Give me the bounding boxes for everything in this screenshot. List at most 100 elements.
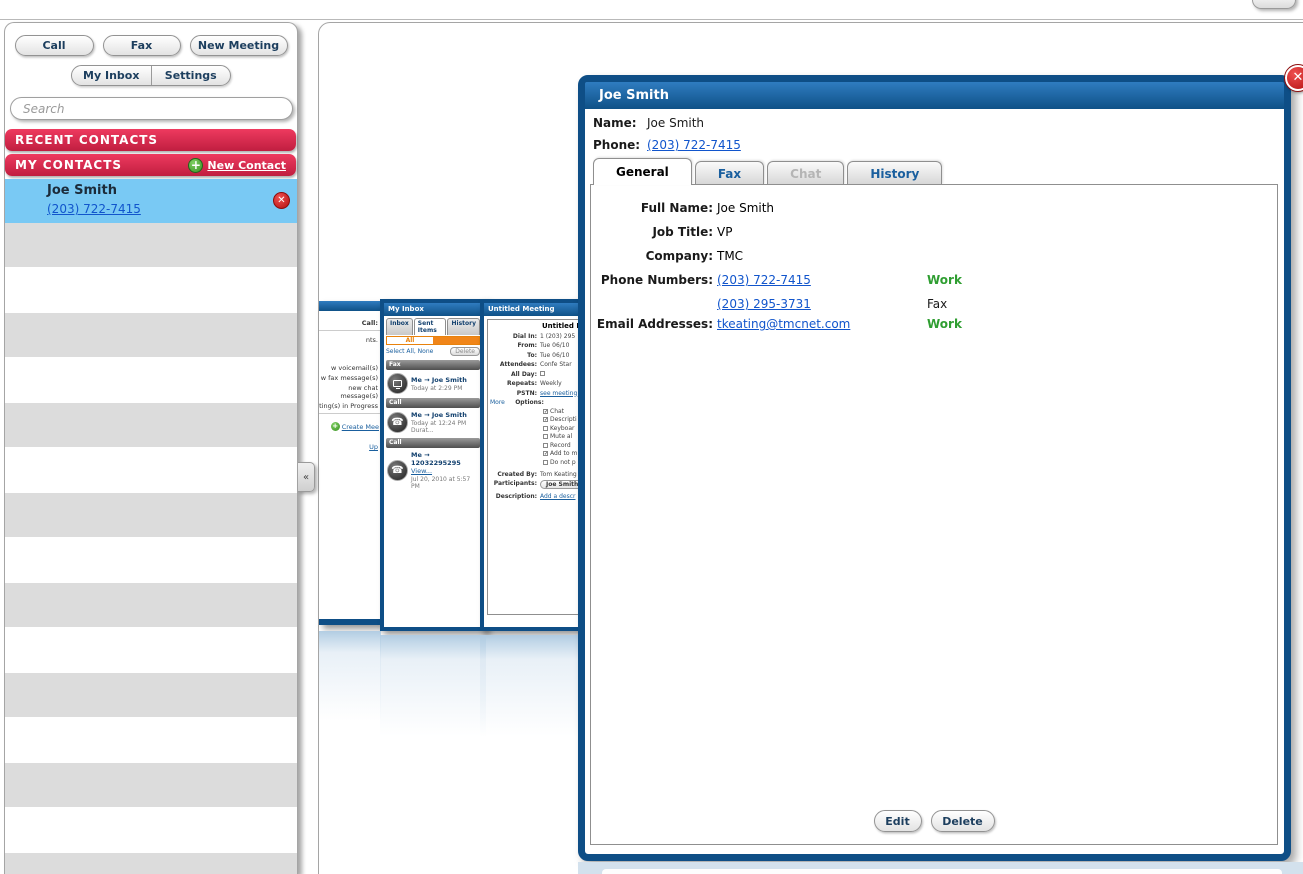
inbox-tab-sent-items[interactable]: Sent Items [414, 318, 447, 335]
call-button[interactable]: Call [15, 35, 94, 56]
contact-phone-link[interactable]: (203) 722-7415 [47, 202, 141, 216]
option-checkbox[interactable]: ✓ [543, 451, 548, 456]
inbox-item[interactable]: ☎ Me → Joe Smith Today at 12:24 PM Durat… [384, 408, 482, 436]
meeting-field-label: Attendees: [490, 361, 540, 368]
phone-number-link[interactable]: (203) 295-3731 [717, 297, 811, 311]
job-title-label: Job Title: [591, 225, 713, 239]
contact-placeholder-row [5, 223, 297, 267]
inbox-titlebar[interactable]: My Inbox [384, 303, 482, 316]
dashboard-counter: w voicemail(s) [319, 362, 381, 372]
contact-placeholder-gap [5, 537, 297, 583]
contact-placeholder-row [5, 493, 297, 537]
full-name-value: Joe Smith [717, 201, 774, 215]
update-link[interactable]: Up [369, 443, 378, 451]
option-label: Do not p [550, 459, 576, 466]
full-name-label: Full Name: [591, 201, 713, 215]
email-link[interactable]: tkeating@tmcnet.com [717, 317, 850, 331]
tab-history[interactable]: History [847, 161, 942, 185]
inbox-item[interactable]: ☎ Me → 12032295295 View... Jul 20, 2010 … [384, 448, 482, 492]
inbox-item-time: Today at 2:29 PM [411, 385, 467, 392]
inbox-tab-history[interactable]: History [447, 318, 480, 335]
inbox-delete-button[interactable]: Delete [450, 347, 480, 356]
my-contacts-title: MY CONTACTS [15, 158, 122, 172]
contact-placeholder-row [5, 673, 297, 717]
contact-placeholder-gap [5, 717, 297, 763]
dialog-reflection-inner [602, 869, 1282, 874]
phone-label: Phone: [593, 138, 647, 152]
meeting-field-value: 1 (203) 295 [540, 333, 575, 340]
dashboard-counter: ting(s) in Progress [319, 400, 381, 410]
contact-placeholder-gap [5, 267, 297, 313]
name-label: Name: [593, 116, 647, 130]
inbox-filter-bar[interactable]: All [386, 336, 480, 345]
meeting-field-label: All Day: [490, 371, 540, 378]
option-checkbox[interactable] [543, 426, 548, 431]
tab-chat: Chat [767, 161, 844, 185]
contact-detail-dialog: Joe Smith ✕ Name: Joe Smith Phone: (203)… [578, 75, 1291, 861]
meeting-field-value: Confe Star [540, 361, 572, 368]
new-contact-action[interactable]: + New Contact [188, 158, 286, 173]
phone-type: Work [927, 273, 962, 287]
inbox-item[interactable]: Me → Joe Smith Today at 2:29 PM [384, 370, 482, 396]
contact-placeholder-row [5, 763, 297, 807]
option-checkbox[interactable] [543, 434, 548, 439]
option-checkbox[interactable]: ✓ [543, 417, 548, 422]
fax-button[interactable]: Fax [103, 35, 181, 56]
view-link[interactable]: View... [411, 467, 432, 475]
dialog-titlebar[interactable]: Joe Smith [585, 82, 1284, 109]
inbox-tab-inbox[interactable]: Inbox [386, 318, 413, 335]
options-label: Options: [507, 399, 547, 406]
meeting-pstn-link[interactable]: see meeting [540, 390, 577, 397]
inbox-filter-right[interactable] [433, 337, 479, 344]
phone-number-link[interactable]: (203) 722-7415 [717, 273, 811, 287]
tab-general[interactable]: General [593, 158, 692, 185]
option-checkbox[interactable] [543, 443, 548, 448]
inbox-group-header: Call [386, 438, 480, 448]
inbox-select-links[interactable]: Select All, None [386, 348, 433, 355]
search-input[interactable] [10, 97, 293, 120]
dashboard-counter: w fax message(s) [319, 372, 381, 382]
contact-row-joe-smith[interactable]: Joe Smith (203) 722-7415 ✕ [5, 179, 297, 223]
recent-contacts-header[interactable]: RECENT CONTACTS [5, 129, 296, 151]
option-label: Add to m [550, 450, 577, 457]
contact-placeholder-row [5, 583, 297, 627]
contact-placeholder-row [5, 853, 297, 874]
application-window: Call: nts. w voicemail(s) w fax message(… [0, 0, 1303, 874]
my-contacts-header[interactable]: MY CONTACTS + New Contact [5, 154, 296, 176]
phone-link[interactable]: (203) 722-7415 [647, 138, 741, 152]
delete-contact-icon[interactable]: ✕ [273, 192, 290, 209]
recent-contacts-title: RECENT CONTACTS [15, 133, 158, 147]
dialog-action-buttons: Edit Delete [591, 810, 1277, 832]
dashboard-update-link-row: Up [319, 441, 381, 451]
contact-placeholder-row [5, 403, 297, 447]
close-icon[interactable]: ✕ [1285, 65, 1303, 91]
top-strip [0, 0, 1303, 20]
top-right-partial-button[interactable] [1252, 0, 1296, 9]
inbox-filter-all[interactable]: All [387, 337, 433, 344]
contact-list: Joe Smith (203) 722-7415 ✕ [5, 179, 297, 874]
contact-placeholder-gap [5, 627, 297, 673]
new-contact-link[interactable]: New Contact [207, 159, 286, 172]
dashboard-create-meeting[interactable]: + Create Mee [319, 422, 381, 431]
create-meeting-link[interactable]: Create Mee [342, 423, 379, 431]
option-checkbox[interactable] [543, 460, 548, 465]
delete-button[interactable]: Delete [931, 810, 995, 832]
more-link[interactable]: More [490, 399, 505, 406]
meeting-field-label: From: [490, 342, 540, 349]
inbox-item-time: Today at 12:24 PM Durat... [411, 420, 480, 434]
contacts-sidebar: Call Fax New Meeting My Inbox Settings R… [4, 22, 298, 874]
my-inbox-tab[interactable]: My Inbox [72, 66, 151, 85]
settings-tab[interactable]: Settings [151, 66, 231, 85]
all-day-checkbox[interactable] [540, 371, 545, 376]
edit-button[interactable]: Edit [874, 810, 922, 832]
new-meeting-button[interactable]: New Meeting [190, 35, 288, 56]
plus-icon: + [331, 422, 340, 431]
add-description-link[interactable]: Add a descr [540, 493, 576, 500]
option-checkbox[interactable]: ✓ [543, 409, 548, 414]
description-label: Description: [490, 493, 540, 500]
inbox-item-parties: Me → 12032295295 View... [411, 451, 480, 475]
option-label: Mute al [550, 433, 572, 440]
sidebar-collapse-handle[interactable]: « [298, 462, 315, 492]
window-reflection [380, 635, 486, 770]
tab-fax[interactable]: Fax [695, 161, 764, 185]
